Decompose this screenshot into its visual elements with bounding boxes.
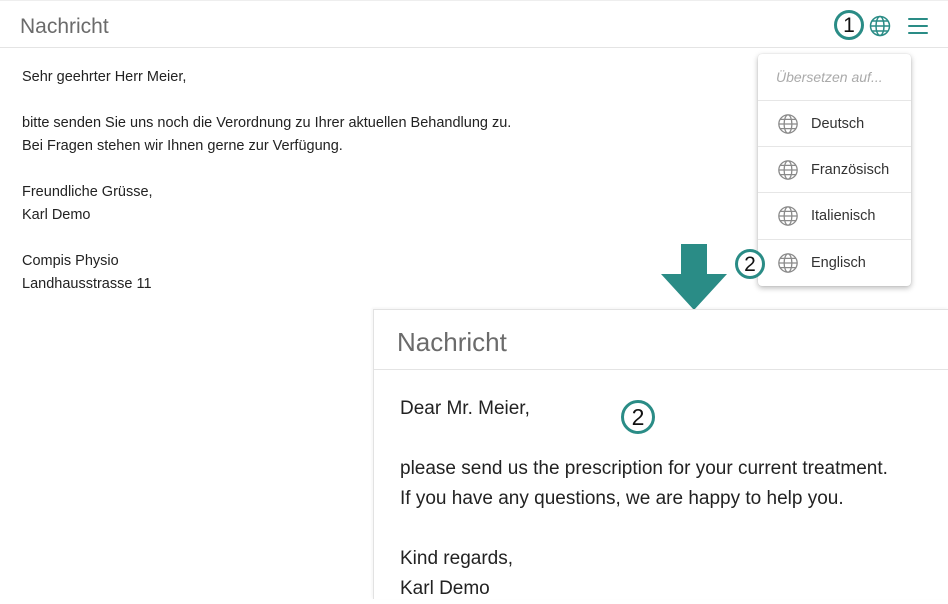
message-line: bitte senden Sie uns noch die Verordnung…	[22, 115, 512, 131]
message-line: Compis Physio	[22, 253, 119, 269]
globe-icon	[777, 159, 799, 181]
message-header: Nachricht	[374, 310, 948, 370]
translate-globe-icon[interactable]	[868, 14, 892, 38]
translate-dropdown: Übersetzen auf... Deutsch Französisch It…	[758, 54, 911, 286]
message-line: If you have any questions, we are happy …	[400, 488, 844, 509]
message-line: Kind regards,	[400, 548, 514, 569]
globe-icon	[777, 252, 799, 274]
down-arrow-icon	[659, 244, 729, 314]
language-option-franzoesisch[interactable]: Französisch	[758, 146, 911, 192]
message-line: Freundliche Grüsse,	[22, 184, 153, 200]
step-marker-2-result: 2	[621, 400, 655, 434]
translate-placeholder: Übersetzen auf...	[776, 69, 883, 85]
message-header: Nachricht	[0, 0, 948, 48]
language-option-italienisch[interactable]: Italienisch	[758, 192, 911, 238]
message-line: Karl Demo	[22, 207, 91, 223]
step-marker-1: 1	[834, 10, 864, 40]
message-panel-translated: Nachricht Dear Mr. Meier, please send us…	[373, 309, 948, 599]
globe-icon	[777, 113, 799, 135]
language-label: Englisch	[811, 255, 866, 271]
message-line: Bei Fragen stehen wir Ihnen gerne zur Ve…	[22, 138, 343, 154]
message-line: Sehr geehrter Herr Meier,	[22, 69, 187, 85]
language-label: Deutsch	[811, 116, 865, 132]
hamburger-menu-icon[interactable]	[906, 16, 930, 36]
page-title: Nachricht	[20, 15, 109, 38]
language-option-deutsch[interactable]: Deutsch	[758, 100, 911, 146]
page-title: Nachricht	[397, 327, 507, 357]
language-label: Italienisch	[811, 208, 876, 224]
message-body: Sehr geehrter Herr Meier, bitte senden S…	[22, 66, 511, 296]
globe-icon	[777, 205, 799, 227]
language-label: Französisch	[811, 162, 890, 178]
language-option-englisch[interactable]: Englisch	[758, 239, 911, 285]
step-marker-2: 2	[735, 249, 765, 279]
message-line: Karl Demo	[400, 578, 490, 599]
message-line: please send us the prescription for your…	[400, 458, 888, 479]
message-line: Landhausstrasse 11	[22, 276, 152, 292]
